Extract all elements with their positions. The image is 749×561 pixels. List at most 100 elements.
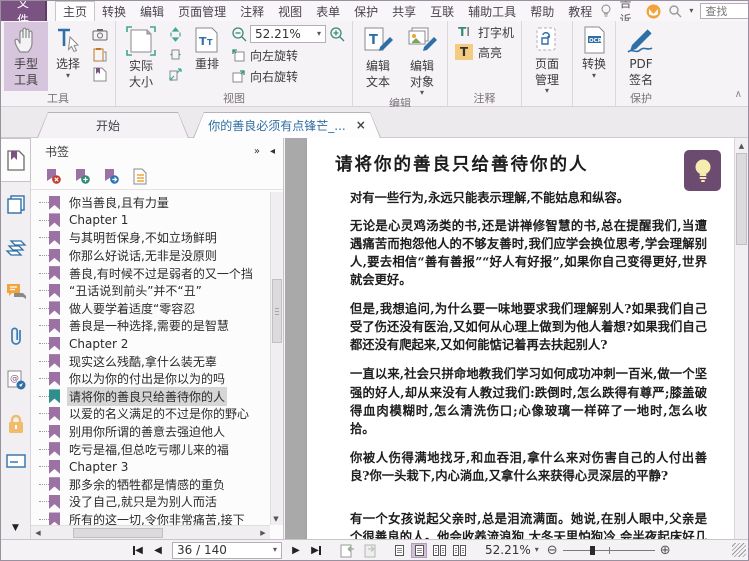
bookmark-item[interactable]: 所有的这一切,令你非常痛苦,接下 <box>31 511 270 525</box>
zoom-out-button[interactable]: ⊖ <box>547 544 558 557</box>
scroll-right-icon[interactable]: ▶ <box>256 529 270 537</box>
account-icon[interactable] <box>646 3 661 19</box>
rotate-left-button[interactable]: 向左旋转 <box>231 46 345 64</box>
add-bookmark-icon[interactable] <box>74 168 90 185</box>
status-zoom-combo[interactable]: 52.21% ▾ <box>485 543 539 557</box>
actual-size-button[interactable]: 实际大小 <box>119 22 163 91</box>
bookmarks-horizontal-scrollbar[interactable]: ◀ ▶ <box>31 525 270 539</box>
scroll-up-icon[interactable]: ▲ <box>735 139 748 152</box>
snapshot-camera-icon[interactable] <box>91 26 109 42</box>
menu-tab[interactable]: 互联 <box>423 1 461 21</box>
page-management-button[interactable]: 页面管理 ▾ <box>525 22 569 95</box>
fit-page-icon[interactable] <box>166 46 184 62</box>
document-view[interactable]: 请将你的善良只给善待你的人 对有一些行为,永远只能表示理解,不能姑息和纵容。 无… <box>285 138 748 539</box>
previous-view-icon[interactable] <box>339 543 356 558</box>
bookmark-item[interactable]: Chapter 2 <box>31 335 270 353</box>
goto-bookmark-icon[interactable] <box>103 168 119 185</box>
bookmark-item[interactable]: 现实这么残酷,拿什么装无辜 <box>31 352 270 370</box>
fit-visible-icon[interactable] <box>166 66 184 82</box>
signatures-panel-icon[interactable]: @ <box>1 358 31 402</box>
document-tab[interactable]: 你的善良必须有点锋芒_... × <box>193 112 381 138</box>
bookmark-item[interactable]: 做人要学着适度“零容忍 <box>31 300 270 318</box>
menu-tab[interactable]: 保护 <box>347 1 385 21</box>
menu-tab[interactable]: 主页 <box>55 1 96 21</box>
bookmark-item[interactable]: 没了自己,就只是为别人而活 <box>31 493 270 511</box>
page-number-combo[interactable]: 36 / 140 ▾ <box>172 541 282 559</box>
zoom-level-combo[interactable]: 52.21% ▾ <box>250 25 326 43</box>
bookmark-item[interactable]: 你当善良,且有力量 <box>31 194 270 212</box>
menu-tab[interactable]: 页面管理 <box>171 1 233 21</box>
scrollbar-thumb[interactable] <box>736 153 747 245</box>
zoom-slider-handle[interactable] <box>590 545 596 555</box>
scrollbar-thumb[interactable] <box>272 278 282 343</box>
panel-collapse-icon[interactable]: ◂ <box>270 146 275 157</box>
find-input[interactable] <box>700 3 748 19</box>
typewriter-button[interactable]: TI 打字机 <box>451 22 518 42</box>
resize-grip[interactable] <box>732 543 746 557</box>
next-page-button[interactable]: ▶ <box>287 542 305 559</box>
search-options-caret[interactable]: ▾ <box>689 7 693 15</box>
facing-view-icon[interactable] <box>431 543 447 558</box>
menu-tab[interactable]: 辅助工具 <box>461 1 523 21</box>
document-tab[interactable]: 开始 <box>37 112 189 138</box>
bookmarks-vertical-scrollbar[interactable]: ▼ <box>270 192 283 525</box>
security-panel-icon[interactable] <box>1 402 31 446</box>
edit-text-button[interactable]: T 编辑文本 <box>356 22 400 96</box>
zoom-out-icon[interactable] <box>231 26 247 42</box>
rotate-right-button[interactable]: 向右旋转 <box>231 67 345 85</box>
scroll-down-icon[interactable]: ▼ <box>270 513 282 525</box>
file-menu-button[interactable]: 文件 <box>1 1 48 27</box>
tab-close-icon[interactable]: × <box>356 118 366 132</box>
bookmark-item[interactable]: 以爱的名义满足的不过是你的野心 <box>31 405 270 423</box>
bookmark-item[interactable]: 善良是一种选择,需要的是智慧 <box>31 317 270 335</box>
fit-width-icon[interactable] <box>166 26 184 42</box>
hint-bulb-icon[interactable] <box>599 3 612 19</box>
layers-panel-icon[interactable] <box>1 226 31 270</box>
attachments-panel-icon[interactable] <box>1 314 31 358</box>
bookmark-item[interactable]: 吃亏是福,但总吃亏哪儿来的福 <box>31 440 270 458</box>
convert-button[interactable]: OCR 转换 ▾ <box>576 22 612 91</box>
menu-tab[interactable]: 共享 <box>385 1 423 21</box>
bookmark-page-icon[interactable] <box>91 66 109 82</box>
facing-continuous-view-icon[interactable] <box>451 543 467 558</box>
reflow-button[interactable]: TT 重排 <box>187 22 227 91</box>
highlight-button[interactable]: T 高亮 <box>451 42 506 62</box>
menu-tab[interactable]: 编辑 <box>133 1 171 21</box>
previous-page-button[interactable]: ◀ <box>149 542 167 559</box>
select-tool-button[interactable]: 选择 ▾ <box>48 22 88 91</box>
tip-bulb-badge[interactable] <box>684 150 721 191</box>
clipboard-icon[interactable] <box>91 46 109 62</box>
next-view-icon[interactable] <box>360 543 377 558</box>
fields-panel-icon[interactable] <box>1 446 31 476</box>
bookmark-item[interactable]: Chapter 1 <box>31 212 270 230</box>
edit-object-button[interactable]: 编辑对象 ▾ <box>400 22 444 97</box>
menu-tab[interactable]: 注释 <box>233 1 271 21</box>
bookmark-item[interactable]: 你以为你的付出是你以为的吗 <box>31 370 270 388</box>
zoom-in-button[interactable]: ⊕ <box>660 544 671 557</box>
first-page-button[interactable]: ◀ <box>129 542 147 559</box>
expand-bookmarks-icon[interactable] <box>132 168 147 185</box>
comments-panel-icon[interactable] <box>1 270 31 314</box>
bookmark-item[interactable]: 请将你的善良只给善待你的人 <box>31 386 270 406</box>
continuous-view-icon[interactable] <box>411 542 427 558</box>
bookmark-item[interactable]: 与其明哲保身,不如立场鲜明 <box>31 229 270 247</box>
single-page-view-icon[interactable] <box>391 543 407 558</box>
last-page-button[interactable]: ▶ <box>307 542 325 559</box>
bookmark-item[interactable]: Chapter 3 <box>31 458 270 476</box>
bookmark-item[interactable]: 你那么好说话,无非是没原则 <box>31 247 270 265</box>
menu-tab[interactable]: 表单 <box>309 1 347 21</box>
delete-bookmark-icon[interactable] <box>45 168 61 185</box>
menu-tab[interactable]: 教程 <box>561 1 599 21</box>
pages-panel-icon[interactable] <box>1 182 31 226</box>
nav-strip-overflow-icon[interactable]: ▼ <box>12 523 19 533</box>
document-vertical-scrollbar[interactable]: ▲ <box>734 138 748 539</box>
hand-tool-button[interactable]: 手型工具 <box>4 22 48 91</box>
bookmark-item[interactable]: 别用你所谓的善意去强迫他人 <box>31 423 270 441</box>
scroll-left-icon[interactable]: ◀ <box>31 529 45 537</box>
zoom-in-icon[interactable] <box>329 26 345 42</box>
panel-expand-icon[interactable]: » <box>254 146 260 157</box>
bookmarks-panel-icon[interactable] <box>1 138 31 182</box>
zoom-slider[interactable] <box>562 545 655 555</box>
collapse-ribbon-icon[interactable]: ∧ <box>735 89 742 100</box>
search-icon[interactable] <box>668 3 682 19</box>
